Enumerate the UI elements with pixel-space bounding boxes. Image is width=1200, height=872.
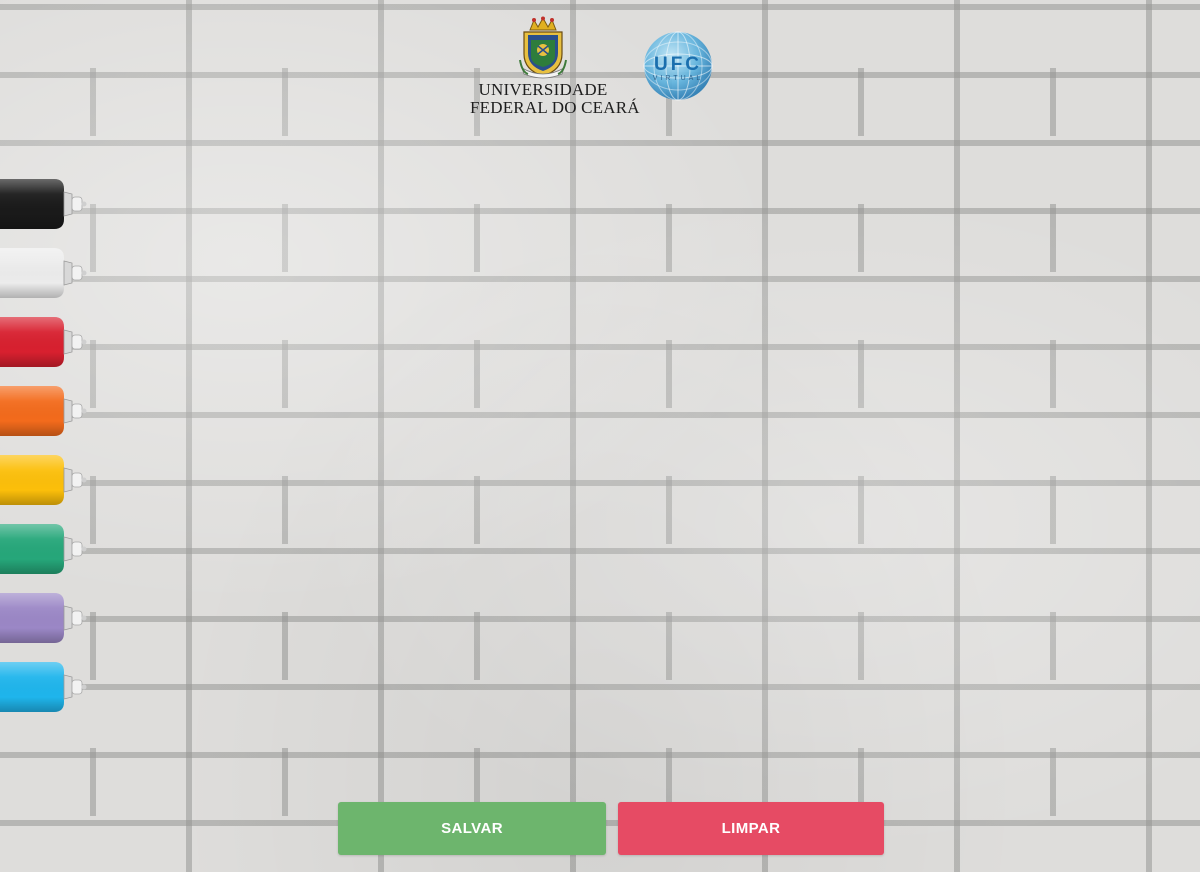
spray-can-icon — [0, 179, 87, 229]
ufc-crest-icon — [519, 16, 567, 79]
ufc-logo: UNIVERSIDADE FEDERAL DO CEARÁ — [470, 14, 640, 118]
color-palette — [0, 176, 92, 728]
spray-can-icon — [0, 593, 87, 643]
spray-can-icon — [0, 248, 87, 298]
ufc-virtual-logo-title: UFC — [653, 54, 703, 75]
spray-can-yellow[interactable] — [0, 452, 92, 508]
spray-can-icon — [0, 662, 87, 712]
spray-can-blue[interactable] — [0, 659, 92, 715]
save-button[interactable]: SALVAR — [338, 802, 606, 855]
spray-can-purple[interactable] — [0, 590, 92, 646]
spray-can-white[interactable] — [0, 245, 92, 301]
ufc-virtual-logo: UFC VIRTUAL — [640, 30, 716, 102]
spray-can-icon — [0, 524, 87, 574]
ufc-virtual-logo-subtitle: VIRTUAL — [652, 75, 704, 82]
spray-can-green[interactable] — [0, 521, 92, 577]
spray-can-red[interactable] — [0, 314, 92, 370]
clear-button[interactable]: LIMPAR — [618, 802, 884, 855]
spray-can-icon — [0, 317, 87, 367]
ufc-logo-line2: FEDERAL DO CEARÁ — [470, 98, 640, 117]
spray-can-black[interactable] — [0, 176, 92, 232]
brick-wall-shading[interactable] — [0, 0, 1200, 872]
ufc-logo-line1: UNIVERSIDADE — [478, 80, 608, 99]
spray-can-icon — [0, 386, 87, 436]
spray-can-orange[interactable] — [0, 383, 92, 439]
spray-can-icon — [0, 455, 87, 505]
